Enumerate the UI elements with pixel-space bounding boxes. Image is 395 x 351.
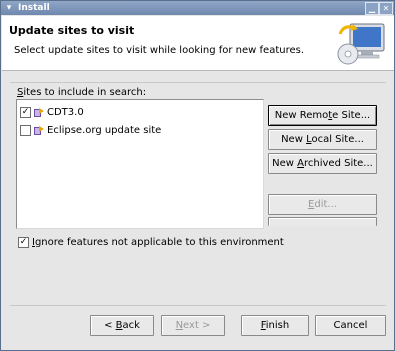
site-checkbox[interactable]: ✓ (20, 106, 31, 118)
window-menu-icon[interactable]: ▾ (3, 2, 15, 14)
cancel-button[interactable]: Cancel (315, 315, 386, 336)
install-computer-icon (337, 23, 385, 65)
update-site-icon (34, 125, 44, 135)
next-button[interactable]: Next > (161, 315, 225, 336)
edit-button[interactable]: Edit... (268, 194, 377, 215)
finish-button[interactable]: Finish (241, 315, 309, 336)
site-label: Eclipse.org update site (47, 124, 162, 136)
separator (10, 305, 386, 306)
new-remote-site-button[interactable]: New Remote Site... (268, 105, 377, 126)
back-button[interactable]: < Back (90, 315, 154, 336)
ignore-features-checkbox[interactable]: ✓ (18, 237, 29, 248)
new-archived-site-button[interactable]: New Archived Site... (268, 153, 377, 174)
window-title: Install (18, 3, 50, 13)
sites-list[interactable]: ✓ CDT3.0 Eclipse.org update site (16, 99, 264, 229)
new-local-site-button[interactable]: New Local Site... (268, 129, 377, 150)
separator (10, 82, 386, 83)
wizard-body: Sites to include in search: ✓ CDT3.0 Ecl… (2, 71, 394, 351)
title-bar: ▾ Install ▁ ✕ (1, 1, 394, 15)
remove-button[interactable] (268, 217, 377, 226)
sites-label: Sites to include in search: (17, 87, 147, 98)
ignore-features-label: Ignore features not applicable to this e… (32, 237, 284, 248)
page-description: Select update sites to visit while looki… (14, 45, 305, 56)
minimize-icon[interactable]: ▁ (365, 2, 379, 15)
wizard-header: Update sites to visit Select update site… (2, 16, 394, 71)
install-dialog: ▾ Install ▁ ✕ Update sites to visit Sele… (0, 0, 395, 351)
page-title: Update sites to visit (9, 24, 135, 37)
site-checkbox[interactable] (20, 124, 31, 136)
update-site-icon (34, 107, 44, 117)
ignore-features-option[interactable]: ✓ Ignore features not applicable to this… (18, 237, 284, 248)
site-label: CDT3.0 (47, 106, 84, 118)
list-item[interactable]: Eclipse.org update site (20, 123, 161, 137)
close-icon[interactable]: ✕ (379, 2, 393, 15)
list-item[interactable]: ✓ CDT3.0 (20, 105, 84, 119)
